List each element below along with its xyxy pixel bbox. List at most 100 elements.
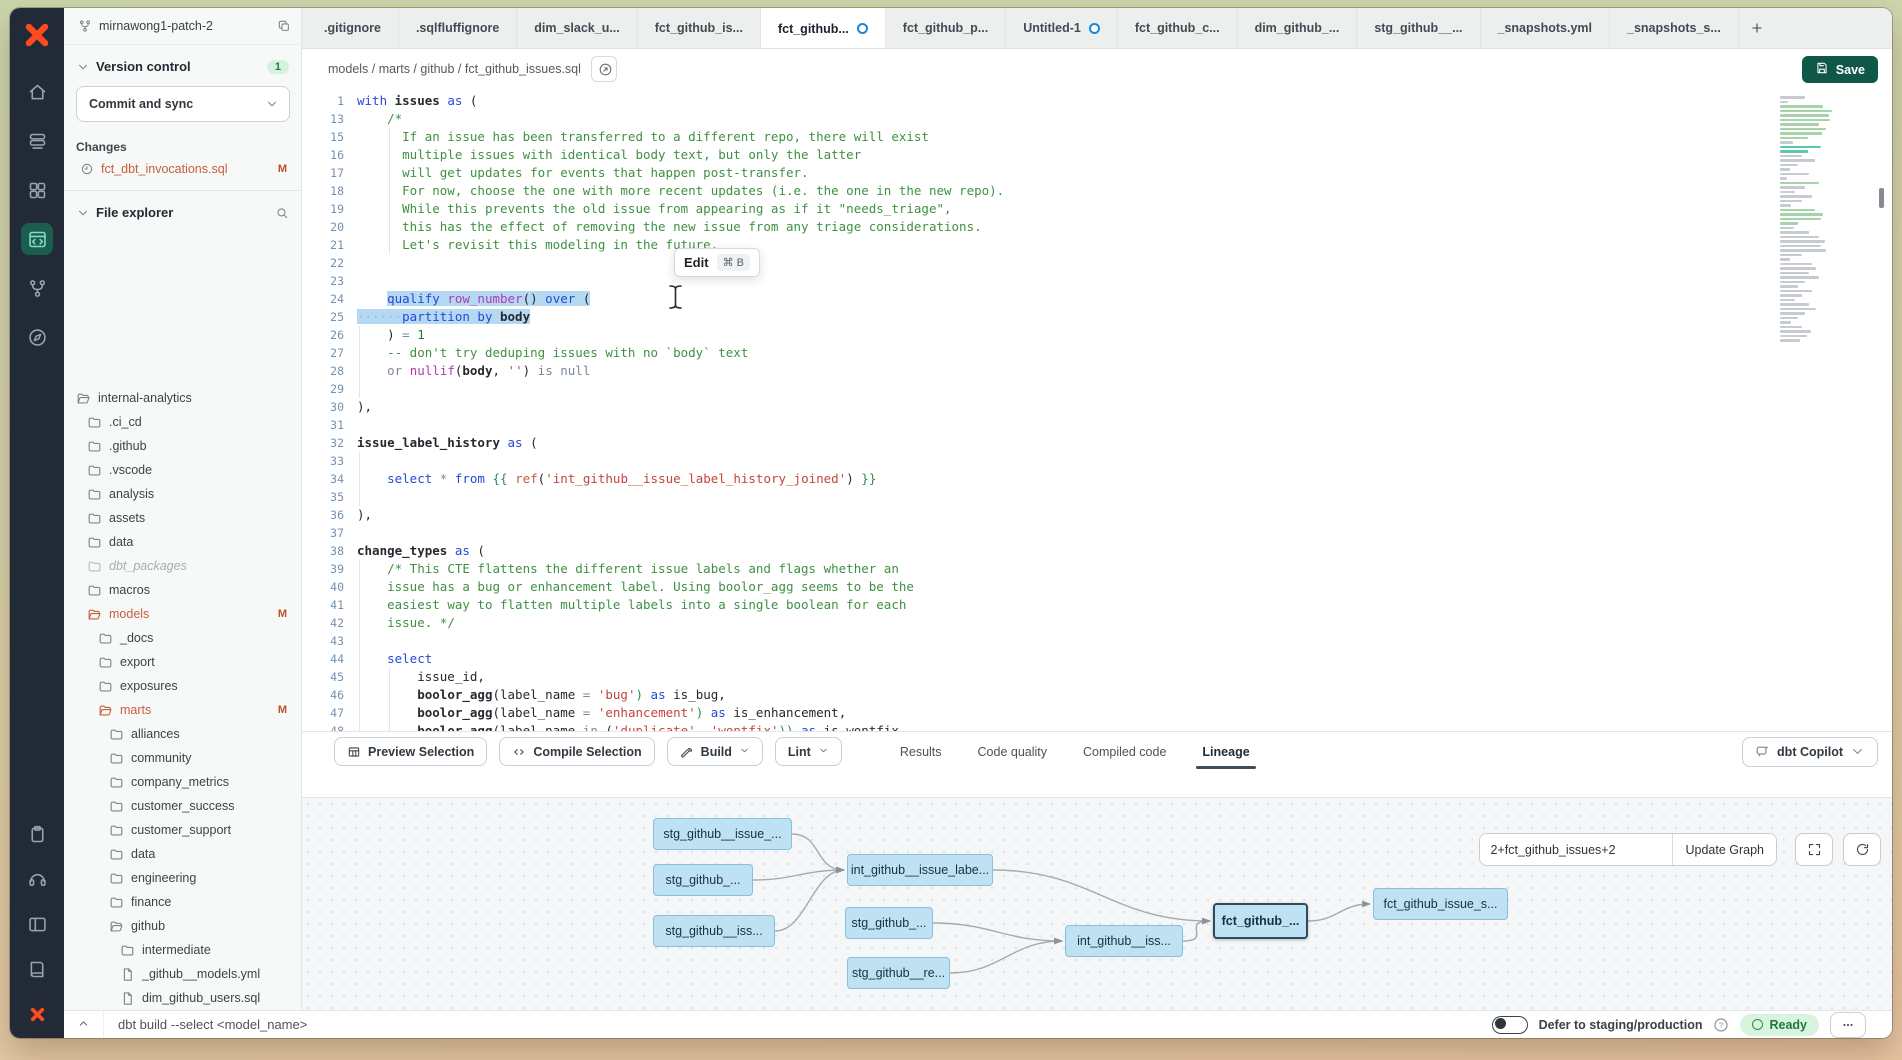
tree-item-_github__models.yml[interactable]: _github__models.yml (64, 962, 301, 986)
tree-item-assets[interactable]: assets (64, 506, 301, 530)
changed-file-row[interactable]: fct_dbt_invocations.sqlM (64, 158, 301, 180)
preview-selection-button[interactable]: Preview Selection (334, 737, 487, 766)
edit-tooltip[interactable]: Edit ⌘ B (674, 248, 760, 277)
tab-lineage[interactable]: Lineage (1202, 732, 1249, 771)
tree-item-marts[interactable]: martsM (64, 698, 301, 722)
tree-item-company_metrics[interactable]: company_metrics (64, 770, 301, 794)
lineage-panel[interactable]: stg_github__issue_... stg_github_... stg_g… (302, 797, 1892, 1011)
sidebar-item-headset[interactable] (21, 863, 53, 895)
tree-item-.vscode[interactable]: .vscode (64, 458, 301, 482)
dbt-logo-icon[interactable] (22, 20, 52, 50)
help-icon[interactable]: ? (1713, 1017, 1729, 1033)
tab-code-quality[interactable]: Code quality (978, 732, 1048, 771)
tree-item-models[interactable]: modelsM (64, 602, 301, 626)
editor-minimap[interactable] (1780, 96, 1850, 344)
sidebar-item-code-editor[interactable] (21, 223, 53, 255)
tab-_snapshots.yml[interactable]: _snapshots.yml (1481, 8, 1610, 48)
tree-item-macros[interactable]: macros (64, 578, 301, 602)
indent-guide (359, 632, 360, 650)
more-options-button[interactable] (1830, 1012, 1866, 1038)
save-button[interactable]: Save (1802, 56, 1878, 83)
lineage-node-stg_github_...[interactable]: stg_github_... (845, 907, 933, 939)
sidebar-item-clipboard[interactable] (21, 818, 53, 850)
tree-item-.github[interactable]: .github (64, 434, 301, 458)
scrollbar-thumb[interactable] (1879, 188, 1884, 208)
version-control-header[interactable]: Version control 1 (64, 45, 301, 82)
lineage-node-fct_github_...[interactable]: fct_github_... (1213, 903, 1308, 939)
tab-fct_github_c...[interactable]: fct_github_c... (1118, 8, 1238, 48)
tree-item-analysis[interactable]: analysis (64, 482, 301, 506)
build-button[interactable]: Build (667, 737, 763, 766)
tree-item-internal-analytics[interactable]: internal-analytics (64, 386, 301, 410)
sidebar-item-panels[interactable] (21, 908, 53, 940)
tree-item-github[interactable]: github (64, 914, 301, 938)
tree-item-label: intermediate (142, 943, 211, 957)
tab-.gitignore[interactable]: .gitignore (307, 8, 399, 48)
tab-fct_github...[interactable]: fct_github... (761, 8, 886, 49)
sidebar-item-book[interactable] (21, 953, 53, 985)
lineage-node-int_github__issue_labe...[interactable]: int_github__issue_labe... (847, 854, 993, 886)
fullscreen-button[interactable] (1795, 833, 1833, 866)
dbt-copilot-button[interactable]: dbt Copilot (1742, 737, 1878, 767)
tab-fct_github_p...[interactable]: fct_github_p... (886, 8, 1006, 48)
sidebar-item-layers[interactable] (21, 125, 53, 157)
tab-results[interactable]: Results (900, 732, 942, 771)
copy-branch-icon[interactable] (277, 19, 291, 33)
tab-compiled-code[interactable]: Compiled code (1083, 732, 1166, 771)
sidebar-item-flame[interactable] (21, 998, 53, 1030)
refresh-graph-button[interactable] (1843, 833, 1881, 866)
tree-item-alliances[interactable]: alliances (64, 722, 301, 746)
minimap-line (1780, 285, 1798, 288)
line-number: 22 (302, 254, 344, 272)
sidebar-item-home[interactable] (21, 76, 53, 108)
file-explorer-header[interactable]: File explorer (64, 191, 301, 228)
tree-item-_docs[interactable]: _docs (64, 626, 301, 650)
new-tab-button[interactable] (1739, 8, 1775, 48)
commit-and-sync-button[interactable]: Commit and sync (76, 86, 290, 122)
tree-item-dbt_packages[interactable]: dbt_packages (64, 554, 301, 578)
lint-button[interactable]: Lint (775, 737, 842, 766)
status-badge[interactable]: Ready (1740, 1014, 1819, 1036)
compile-selection-button[interactable]: Compile Selection (499, 737, 654, 766)
minimap-line (1780, 141, 1793, 144)
tab-_snapshots_s...[interactable]: _snapshots_s... (1610, 8, 1739, 48)
tree-item-dim_github_users.sql[interactable]: dim_github_users.sql (64, 986, 301, 1010)
tree-item-community[interactable]: community (64, 746, 301, 770)
lineage-node-stg_github__issue_...[interactable]: stg_github__issue_... (653, 818, 792, 850)
lineage-node-stg_github__re...[interactable]: stg_github__re... (847, 957, 950, 989)
tree-item-export[interactable]: export (64, 650, 301, 674)
code-text: select (357, 651, 432, 666)
tree-item-data[interactable]: data (64, 842, 301, 866)
sidebar-item-compass[interactable] (21, 321, 53, 353)
tab-dim_slack_u...[interactable]: dim_slack_u... (517, 8, 637, 48)
tab-fct_github_is...[interactable]: fct_github_is... (638, 8, 761, 48)
sidebar-item-git-fork[interactable] (21, 272, 53, 304)
defer-toggle[interactable] (1492, 1016, 1528, 1034)
lineage-node-stg_github__iss...[interactable]: stg_github__iss... (653, 915, 775, 947)
lineage-node-stg_github_...[interactable]: stg_github_... (653, 864, 753, 896)
tree-item-exposures[interactable]: exposures (64, 674, 301, 698)
tree-item-.ci_cd[interactable]: .ci_cd (64, 410, 301, 434)
search-icon[interactable] (275, 206, 289, 220)
command-input[interactable]: dbt build --select <model_name> (118, 1017, 307, 1032)
tree-item-finance[interactable]: finance (64, 890, 301, 914)
tab-.sqlfluffignore[interactable]: .sqlfluffignore (399, 8, 517, 48)
sidebar-item-grid[interactable] (21, 174, 53, 206)
line-number: 28 (302, 362, 344, 380)
edit-tooltip-label[interactable]: Edit (684, 255, 709, 270)
tree-item-engineering[interactable]: engineering (64, 866, 301, 890)
tree-item-customer_success[interactable]: customer_success (64, 794, 301, 818)
lineage-node-fct_github_issue_s...[interactable]: fct_github_issue_s... (1373, 888, 1508, 920)
file-actions-button[interactable] (591, 56, 617, 82)
code-editor[interactable]: 1with issues as (13 /*15 If an issue has… (302, 88, 1892, 731)
tab-Untitled-1[interactable]: Untitled-1 (1006, 8, 1118, 48)
tree-item-data[interactable]: data (64, 530, 301, 554)
lineage-selector-input[interactable] (1480, 834, 1672, 865)
update-graph-button[interactable]: Update Graph (1672, 834, 1776, 865)
collapse-panel-button[interactable] (64, 1011, 104, 1038)
tree-item-customer_support[interactable]: customer_support (64, 818, 301, 842)
tab-stg_github__...[interactable]: stg_github__... (1357, 8, 1480, 48)
tree-item-intermediate[interactable]: intermediate (64, 938, 301, 962)
lineage-node-int_github__iss...[interactable]: int_github__iss... (1065, 925, 1183, 957)
tab-dim_github_...[interactable]: dim_github_... (1238, 8, 1358, 48)
